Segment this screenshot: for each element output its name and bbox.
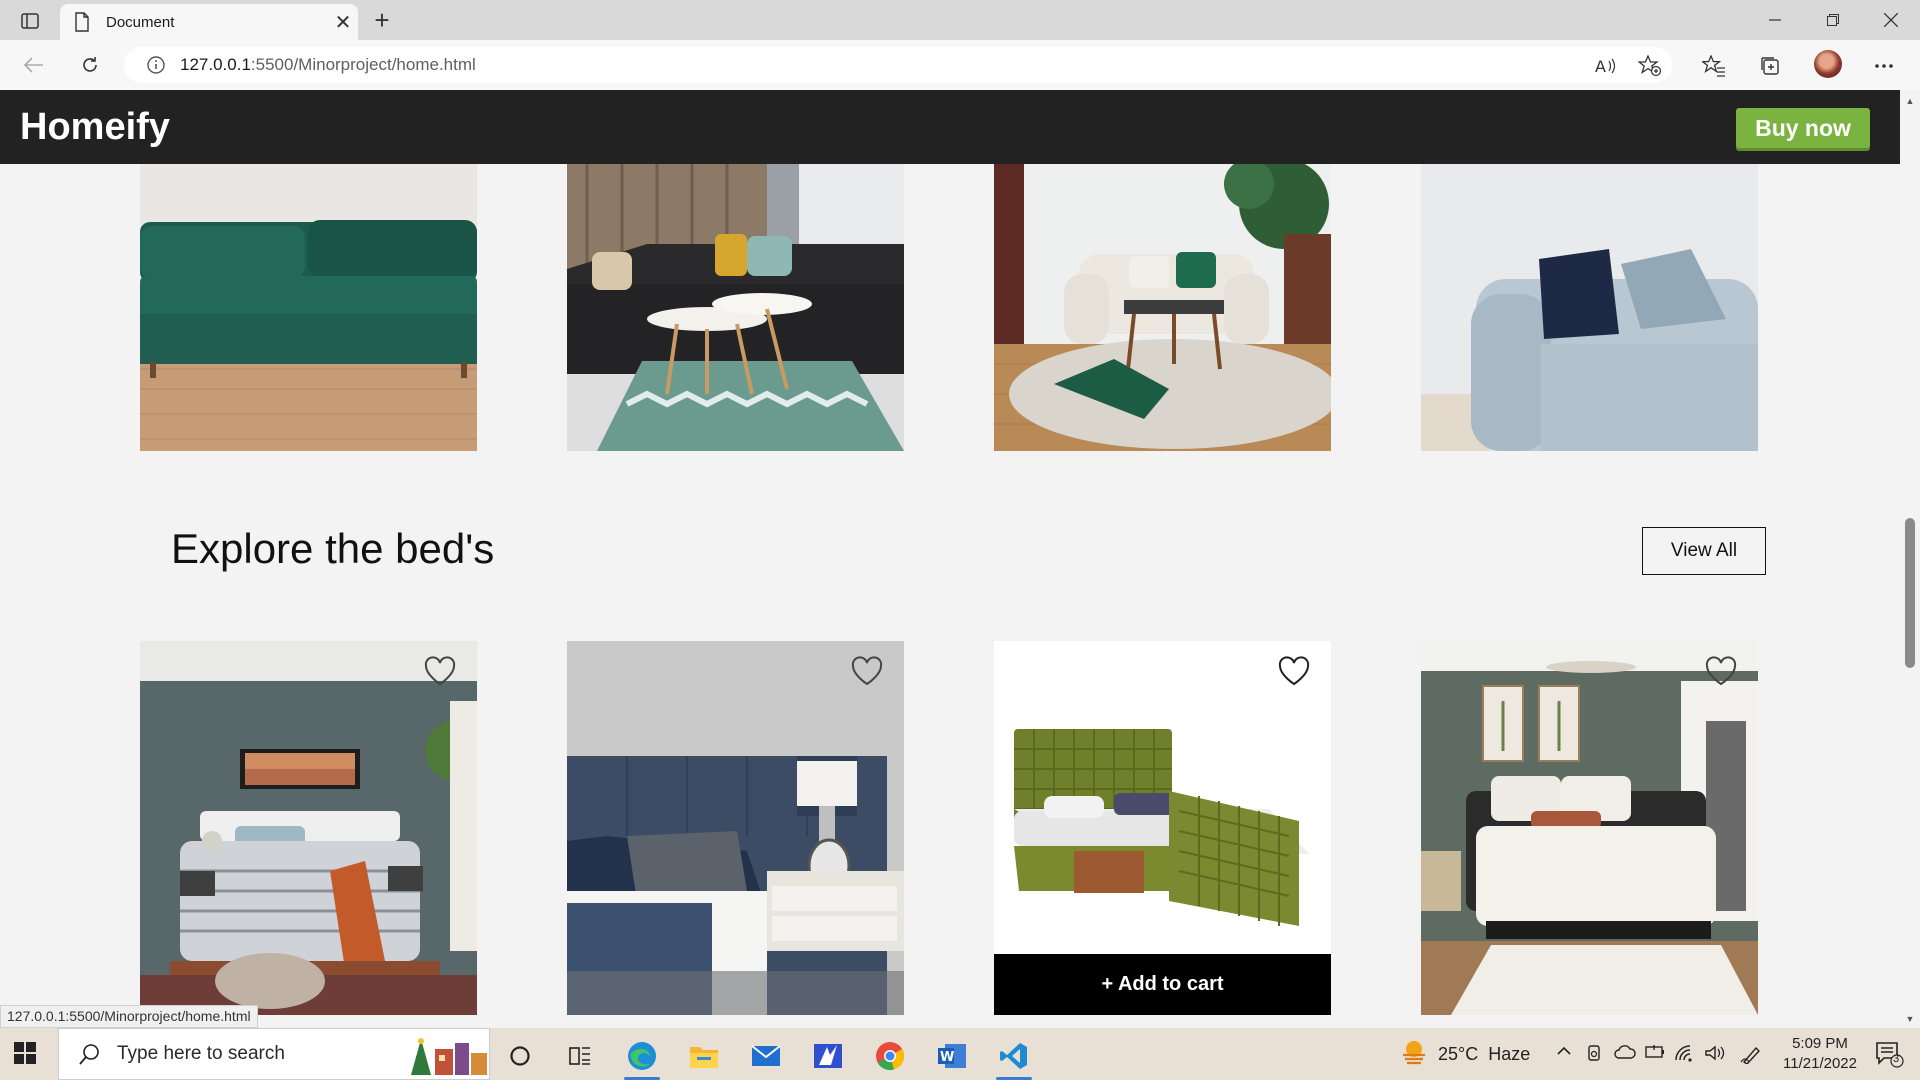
black-sectional-sofa-image — [567, 164, 904, 451]
task-view-icon[interactable] — [560, 1036, 600, 1076]
grey-sofa-image — [1421, 164, 1758, 451]
show-hidden-icons-chevron-icon[interactable] — [1556, 1044, 1572, 1063]
wifi-icon[interactable] — [1674, 1044, 1696, 1067]
refresh-button[interactable] — [72, 50, 108, 80]
notification-count-badge: 3 — [1893, 1053, 1900, 1065]
notification-center-icon[interactable]: 3 — [1874, 1040, 1904, 1068]
brand-logo[interactable]: Homeify — [20, 106, 170, 149]
edge-browser-icon[interactable] — [622, 1036, 662, 1076]
site-info-icon[interactable] — [146, 55, 166, 75]
sofa-card-black-sectional[interactable] — [567, 164, 904, 451]
mail-icon[interactable] — [746, 1036, 786, 1076]
tray-device-icon[interactable] — [1586, 1044, 1602, 1067]
sofa-card-white-armchair[interactable] — [994, 164, 1331, 451]
more-options-icon[interactable] — [1870, 52, 1898, 80]
status-url-tooltip: 127.0.0.1:5500/Minorproject/home.html — [0, 1005, 258, 1028]
taskbar-search-input[interactable]: Type here to search — [58, 1028, 490, 1080]
svg-text:W: W — [940, 1050, 954, 1065]
search-placeholder: Type here to search — [117, 1043, 285, 1064]
pen-workspace-icon[interactable] — [1740, 1044, 1762, 1069]
new-tab-button[interactable]: + — [366, 6, 398, 36]
white-loveseat-image — [994, 164, 1331, 451]
bed-card-navy[interactable] — [567, 641, 904, 1015]
tab-actions-icon[interactable] — [10, 6, 50, 36]
weather-description: Haze — [1488, 1044, 1531, 1064]
back-button[interactable] — [16, 50, 52, 80]
search-highlight-illustration-icon — [411, 1038, 487, 1075]
url-text: 127.0.0.1:5500/Minorproject/home.html — [180, 55, 476, 74]
sage-bedroom-image — [1421, 641, 1758, 1015]
cortana-icon[interactable] — [500, 1036, 540, 1076]
favorite-heart-icon[interactable] — [1277, 655, 1311, 687]
read-aloud-icon[interactable]: A — [1592, 52, 1620, 80]
tab-title: Document — [106, 13, 175, 31]
add-favorite-icon[interactable] — [1636, 52, 1664, 80]
clock-time: 5:09 PM — [1792, 1035, 1848, 1052]
onedrive-cloud-icon[interactable] — [1614, 1044, 1636, 1065]
chrome-browser-icon[interactable] — [870, 1036, 910, 1076]
view-all-button[interactable]: View All — [1642, 527, 1766, 575]
green-velvet-sofa-image — [140, 164, 477, 451]
windows-start-icon[interactable] — [14, 1042, 36, 1064]
document-icon — [75, 12, 89, 32]
sofa-card-grey-sofa[interactable] — [1421, 164, 1758, 451]
bed-card-green-storage[interactable]: + Add to cart — [994, 641, 1331, 1015]
sofa-card-green[interactable] — [140, 164, 477, 451]
clock-date: 11/21/2022 — [1783, 1055, 1857, 1072]
collections-icon[interactable] — [1756, 52, 1784, 80]
scroll-up-arrow-icon[interactable]: ▲ — [1904, 96, 1916, 106]
battery-icon[interactable] — [1644, 1044, 1666, 1065]
weather-widget[interactable]: 25°C Haze — [1438, 1044, 1530, 1065]
restore-button[interactable] — [1804, 0, 1862, 40]
word-icon[interactable]: W — [932, 1036, 972, 1076]
profile-avatar[interactable] — [1814, 50, 1842, 78]
search-icon — [79, 1044, 99, 1065]
boho-bedroom-image — [140, 641, 477, 1015]
add-to-cart-button[interactable]: + Add to cart — [994, 954, 1331, 1015]
browser-tab-bar: Document ✕ + — [0, 0, 1920, 40]
tab-document[interactable]: Document ✕ — [60, 4, 358, 40]
tab-close-icon[interactable]: ✕ — [328, 10, 358, 35]
favorite-heart-icon[interactable] — [1704, 655, 1738, 687]
page-viewport: Homeify Buy now Explore the bed's View A… — [0, 90, 1900, 1028]
bed-card-boho[interactable] — [140, 641, 477, 1015]
bed-card-sage[interactable] — [1421, 641, 1758, 1015]
favorite-heart-icon[interactable] — [850, 655, 884, 687]
minimize-button[interactable] — [1746, 0, 1804, 40]
scroll-down-arrow-icon[interactable]: ▼ — [1904, 1014, 1916, 1024]
navy-headboard-bed-image — [567, 641, 904, 1015]
weather-haze-icon[interactable] — [1400, 1038, 1428, 1071]
close-window-button[interactable] — [1862, 0, 1920, 40]
volume-icon[interactable] — [1704, 1044, 1726, 1067]
system-clock[interactable]: 5:09 PM 11/21/2022 — [1782, 1034, 1858, 1074]
green-storage-bed-image — [994, 641, 1331, 954]
svg-text:A: A — [1595, 57, 1606, 75]
url-field[interactable]: 127.0.0.1:5500/Minorproject/home.html — [124, 47, 1672, 83]
scrollbar-thumb[interactable] — [1905, 518, 1915, 668]
section-title: Explore the bed's — [171, 525, 495, 572]
file-explorer-icon[interactable] — [684, 1036, 724, 1076]
app-launcher-icon[interactable] — [808, 1036, 848, 1076]
favorite-heart-icon[interactable] — [423, 655, 457, 687]
weather-temperature: 25°C — [1438, 1044, 1479, 1064]
buy-now-button[interactable]: Buy now — [1736, 108, 1870, 148]
address-toolbar: 127.0.0.1:5500/Minorproject/home.html A — [0, 40, 1920, 90]
vscode-icon[interactable] — [994, 1036, 1034, 1076]
site-header: Homeify Buy now — [0, 90, 1900, 164]
favorites-icon[interactable] — [1700, 52, 1728, 80]
